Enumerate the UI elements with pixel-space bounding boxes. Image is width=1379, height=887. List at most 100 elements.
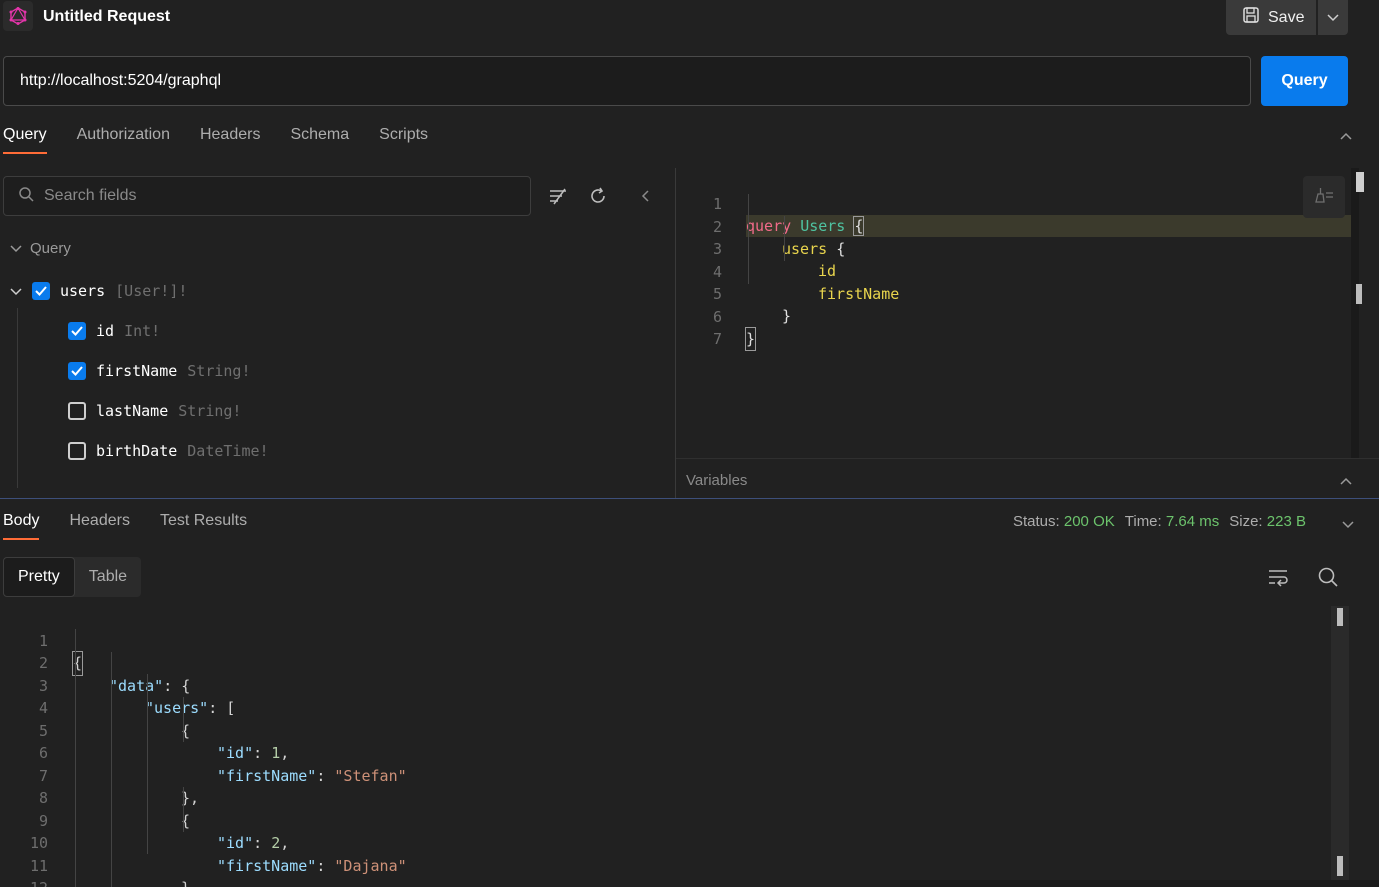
- url-input[interactable]: http://localhost:5204/graphql: [3, 56, 1251, 106]
- size-value: 223 B: [1266, 513, 1306, 530]
- response-view-toggle: Pretty Table: [3, 557, 142, 597]
- size[interactable]: Size: 223 B: [1229, 513, 1306, 530]
- tab-scripts[interactable]: Scripts: [379, 124, 428, 154]
- tree-item-users[interactable]: users [User!]!: [10, 282, 187, 300]
- chevron-down-icon[interactable]: [10, 282, 22, 300]
- editor-line: 4 firstName: [676, 239, 1356, 303]
- status-value: 200 OK: [1063, 513, 1115, 530]
- tab-authorization[interactable]: Authorization: [77, 124, 170, 154]
- editor-scrollbar[interactable]: [1351, 168, 1359, 458]
- search-placeholder: Search fields: [44, 187, 137, 204]
- checkbox-lastName[interactable]: [68, 402, 86, 420]
- response-line: 12 ]: [0, 855, 1330, 887]
- tree-item-id[interactable]: id Int!: [68, 322, 160, 340]
- indent-guide: [147, 674, 148, 854]
- brace: }: [744, 327, 757, 351]
- editor-line: 5 }: [676, 261, 1356, 325]
- status-label: Status:: [1013, 513, 1060, 530]
- tab-test-results[interactable]: Test Results: [160, 510, 247, 540]
- response-line: 6 "firstName": "Stefan": [0, 720, 1330, 785]
- response-meta: Status: 200 OK Time: 7.64 ms Size: 223 B: [1013, 513, 1306, 530]
- top-bar: Untitled Request Save: [0, 0, 1379, 40]
- field-type: DateTime!: [187, 442, 269, 460]
- time-label: Time:: [1124, 513, 1162, 530]
- tree-item-lastName[interactable]: lastName String!: [68, 402, 241, 420]
- indent-guide: [183, 787, 184, 832]
- response-scrollbar[interactable]: [1331, 606, 1349, 887]
- editor-line: 1 query Users {: [676, 171, 1356, 237]
- collapse-request-icon[interactable]: [1339, 128, 1353, 145]
- pretty-button[interactable]: Pretty: [3, 557, 75, 597]
- editor-scroll-thumb[interactable]: [1356, 172, 1364, 192]
- editor-line: 6 }: [676, 284, 1356, 351]
- request-response-divider[interactable]: [0, 498, 1379, 499]
- field-type: Int!: [124, 322, 161, 340]
- variables-panel[interactable]: Variables: [676, 458, 1379, 498]
- response-scroll-thumb[interactable]: [1337, 608, 1343, 626]
- tree-guide: [17, 308, 18, 488]
- refresh-icon[interactable]: [585, 183, 611, 209]
- checkbox-users[interactable]: [32, 282, 50, 300]
- schema-explorer: Search fields Query users [User!]! id In…: [0, 168, 675, 498]
- tab-headers[interactable]: Headers: [200, 124, 260, 154]
- chevron-up-icon[interactable]: [1339, 473, 1353, 490]
- table-button[interactable]: Table: [75, 557, 141, 597]
- indent-guide: [183, 697, 184, 742]
- response-line: 11 }: [0, 832, 1330, 887]
- search-fields-input[interactable]: Search fields: [3, 176, 531, 216]
- tree-root-query[interactable]: Query: [10, 240, 71, 257]
- wrap-lines-icon[interactable]: [1267, 567, 1289, 591]
- chevron-down-icon: [1327, 9, 1339, 26]
- field-name: id: [96, 322, 115, 340]
- save-button[interactable]: Save: [1226, 0, 1316, 35]
- checkbox-birthDate[interactable]: [68, 442, 86, 460]
- prettify-button[interactable]: [1303, 176, 1345, 218]
- checkbox-id[interactable]: [68, 322, 86, 340]
- field-name: firstName: [96, 362, 178, 380]
- editor-scroll-thumb[interactable]: [1356, 284, 1362, 304]
- save-icon: [1242, 6, 1260, 29]
- tab-schema[interactable]: Schema: [290, 124, 349, 154]
- field-name: users: [60, 282, 106, 300]
- status[interactable]: Status: 200 OK: [1013, 513, 1115, 530]
- chevron-left-icon[interactable]: [633, 183, 659, 209]
- request-title[interactable]: Untitled Request: [43, 8, 170, 26]
- search-icon[interactable]: [1317, 566, 1339, 592]
- response-line: 2 "data": {: [0, 630, 1330, 695]
- tab-response-headers[interactable]: Headers: [69, 510, 129, 540]
- field-name: birthDate: [96, 442, 178, 460]
- response-line: 5 "id": 1,: [0, 697, 1330, 763]
- response-scroll-thumb[interactable]: [1337, 856, 1343, 876]
- response-line: 4 {: [0, 675, 1330, 740]
- broom-icon: [1313, 186, 1335, 208]
- query-button[interactable]: Query: [1261, 56, 1348, 106]
- status-bar: [900, 880, 1379, 887]
- response-line: 1 {: [0, 607, 1330, 676]
- chevron-down-icon[interactable]: [1341, 517, 1355, 534]
- checkbox-firstName[interactable]: [68, 362, 86, 380]
- tree-item-birthDate[interactable]: birthDate DateTime!: [68, 442, 269, 460]
- line-number: 7: [712, 330, 722, 348]
- response-tabs: Body Headers Test Results: [3, 510, 247, 542]
- graphql-icon: [3, 1, 33, 31]
- clear-filter-icon[interactable]: [545, 183, 571, 209]
- save-label: Save: [1268, 8, 1305, 26]
- variables-label: Variables: [686, 472, 748, 489]
- response-line: 8 {: [0, 765, 1330, 830]
- size-label: Size:: [1229, 513, 1263, 530]
- editor-line: 3 id: [676, 216, 1356, 280]
- query-editor[interactable]: 1 query Users { 2 users { 3 id 4 firstNa…: [676, 168, 1356, 458]
- time[interactable]: Time: 7.64 ms: [1125, 513, 1219, 530]
- response-body[interactable]: 1 { 2 "data": { 3 "users": [ 4 { 5 "id":…: [0, 606, 1330, 887]
- tab-query[interactable]: Query: [3, 124, 47, 154]
- response-line: 7 },: [0, 742, 1330, 808]
- request-tabs: Query Authorization Headers Schema Scrip…: [3, 124, 428, 154]
- response-line: 9 "id": 2,: [0, 787, 1330, 853]
- save-options-button[interactable]: [1318, 0, 1348, 35]
- response-line: 3 "users": [: [0, 652, 1330, 718]
- indent-guide: [784, 216, 785, 261]
- tree-item-firstName[interactable]: firstName String!: [68, 362, 251, 380]
- line-number: 12: [0, 877, 48, 887]
- field-type: String!: [187, 362, 251, 380]
- tab-body[interactable]: Body: [3, 510, 40, 540]
